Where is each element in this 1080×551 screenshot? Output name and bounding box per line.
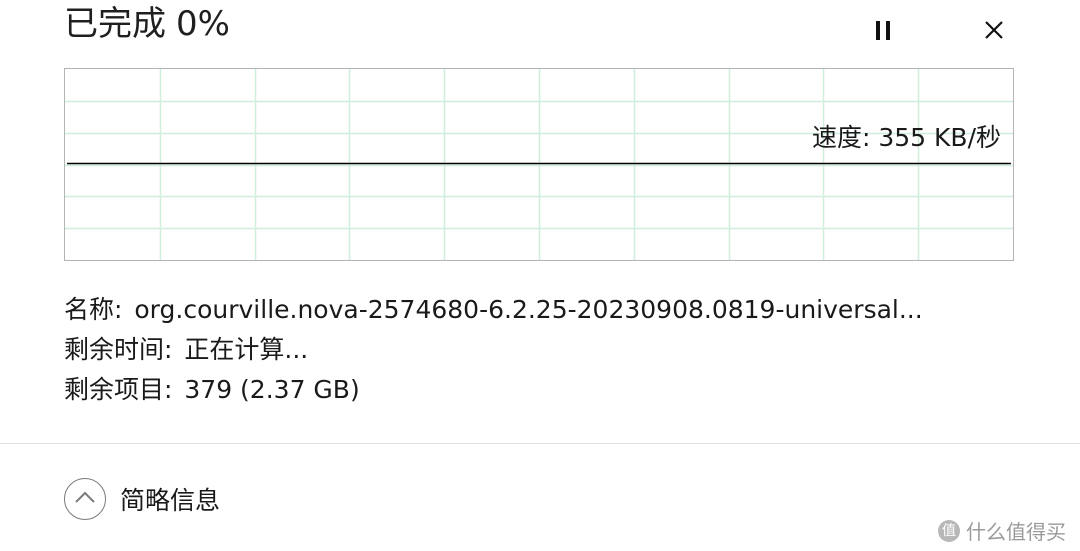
watermark-text: 什么值得买 [966, 520, 1066, 544]
copy-progress-dialog: 已完成 0% 速度: 355 KB/秒 名称: org.courville.nov… [0, 0, 1080, 551]
graph-grid [65, 69, 1013, 260]
divider [0, 443, 1080, 444]
name-value: org.courville.nova-2574680-6.2.25-202309… [134, 295, 923, 324]
time-remaining-label: 剩余时间: [64, 335, 173, 364]
watermark-logo-icon: 值 [938, 519, 960, 542]
speed-label: 速度: 355 KB/秒 [811, 123, 1001, 152]
items-remaining-value: 379 (2.37 GB) [184, 375, 360, 404]
name-row: 名称: org.courville.nova-2574680-6.2.25-20… [64, 290, 1024, 330]
close-icon [985, 21, 1003, 39]
time-remaining-value: 正在计算... [184, 335, 309, 364]
chevron-up-circle-icon [64, 478, 106, 520]
details-panel: 名称: org.courville.nova-2574680-6.2.25-20… [64, 290, 1024, 410]
name-label: 名称: [64, 295, 123, 324]
title-status: 已完成 [64, 4, 166, 44]
time-remaining-row: 剩余时间: 正在计算... [64, 330, 1024, 370]
pause-button[interactable] [864, 12, 904, 48]
watermark: 值 什么值得买 [938, 516, 1066, 545]
title-percent: 0% [176, 4, 230, 44]
items-remaining-label: 剩余项目: [64, 375, 173, 404]
fewer-details-label: 简略信息 [120, 486, 221, 515]
close-button[interactable] [974, 12, 1014, 48]
dialog-title: 已完成 0% [64, 2, 230, 46]
items-remaining-row: 剩余项目: 379 (2.37 GB) [64, 370, 1024, 410]
fewer-details-toggle[interactable]: 简略信息 [64, 474, 220, 524]
speed-graph: 速度: 355 KB/秒 [64, 68, 1014, 261]
